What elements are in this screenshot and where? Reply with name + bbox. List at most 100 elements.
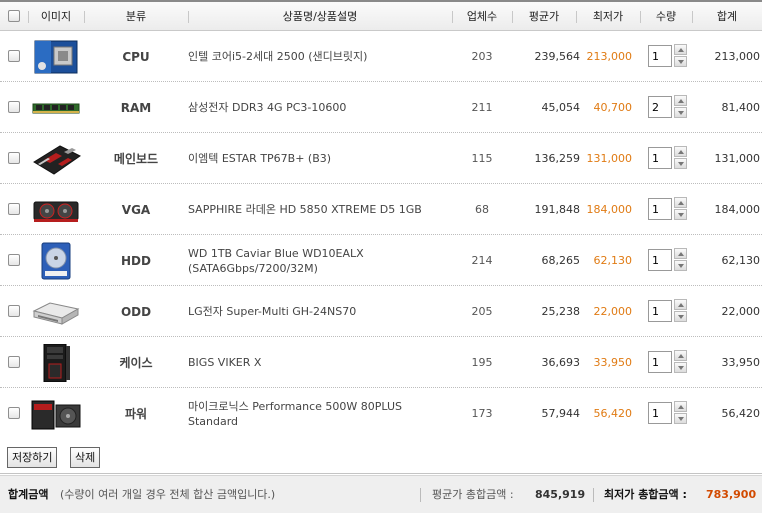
quantity-stepper[interactable]	[674, 197, 687, 221]
row-checkbox[interactable]	[8, 254, 20, 266]
row-category: ODD	[120, 304, 152, 319]
row-vendor-count: 214	[471, 254, 493, 267]
quantity-stepper[interactable]	[674, 146, 687, 170]
row-product-name[interactable]: 이엠텍 ESTAR TP67B+ (B3)	[188, 133, 450, 184]
row-total: 131,000	[714, 152, 761, 165]
optical-drive-image	[32, 302, 80, 325]
row-vendor-count: 115	[471, 152, 493, 165]
row-min-price: 40,700	[593, 101, 633, 114]
product-name-line[interactable]: WD 1TB Caviar Blue WD10EALX	[188, 246, 364, 261]
table-header: 이미지 분류 상품명/상품설명 업체수 평균가 최저가 수량 합계	[0, 0, 762, 31]
row-checkbox[interactable]	[8, 101, 20, 113]
header-product: 상품명/상품설명	[282, 10, 358, 23]
motherboard-image	[33, 145, 81, 175]
quantity-stepper[interactable]	[674, 248, 687, 272]
row-checkbox[interactable]	[8, 305, 20, 317]
save-button[interactable]: 저장하기	[7, 447, 58, 468]
quantity-up-button[interactable]	[674, 146, 687, 157]
row-vendor-count: 211	[471, 101, 493, 114]
table-row: VGA SAPPHIRE 라데온 HD 5850 XTREME D5 1GB 6…	[0, 184, 762, 235]
select-all-checkbox[interactable]	[8, 10, 20, 22]
row-category: CPU	[122, 49, 150, 64]
quantity-stepper[interactable]	[674, 299, 687, 323]
delete-button[interactable]: 삭제	[70, 447, 101, 468]
row-product-name[interactable]: 마이크로닉스 Performance 500W 80PLUS Standard	[188, 388, 450, 439]
row-product-name[interactable]: LG전자 Super-Multi GH-24NS70	[188, 286, 450, 337]
quantity-stepper[interactable]	[674, 95, 687, 119]
header-total: 합계	[716, 10, 738, 23]
header-avg-price: 평균가	[528, 10, 560, 23]
table-row: HDD WD 1TB Caviar Blue WD10EALX (SATA6Gbp…	[0, 235, 762, 286]
quantity-down-button[interactable]	[674, 209, 687, 220]
quantity-up-button[interactable]	[674, 401, 687, 412]
row-checkbox[interactable]	[8, 356, 20, 368]
row-category: 케이스	[119, 356, 153, 370]
row-total: 56,420	[721, 407, 761, 420]
product-name-line[interactable]: (SATA6Gbps/7200/32M)	[188, 261, 364, 276]
row-min-price: 213,000	[586, 50, 633, 63]
min-total-label: 최저가 총합금액 :	[604, 488, 687, 501]
row-avg-price: 68,265	[541, 254, 581, 267]
quantity-input[interactable]	[648, 249, 672, 271]
row-category: 메인보드	[113, 152, 159, 166]
row-product-name[interactable]: 인텔 코어i5-2세대 2500 (샌디브릿지)	[188, 31, 450, 82]
quantity-up-button[interactable]	[674, 197, 687, 208]
product-name-line[interactable]: 이엠텍 ESTAR TP67B+ (B3)	[188, 151, 331, 166]
hard-drive-image	[41, 242, 71, 280]
row-total: 62,130	[721, 254, 761, 267]
quantity-down-button[interactable]	[674, 362, 687, 373]
quantity-down-button[interactable]	[674, 260, 687, 271]
quantity-down-button[interactable]	[674, 158, 687, 169]
row-total: 22,000	[721, 305, 761, 318]
row-checkbox[interactable]	[8, 407, 20, 419]
row-product-name[interactable]: BIGS VIKER X	[188, 337, 450, 388]
row-category: 파워	[124, 407, 148, 421]
product-name-line[interactable]: LG전자 Super-Multi GH-24NS70	[188, 304, 356, 319]
quantity-up-button[interactable]	[674, 95, 687, 106]
quantity-up-button[interactable]	[674, 299, 687, 310]
row-total: 81,400	[721, 101, 761, 114]
row-min-price: 33,950	[593, 356, 633, 369]
product-name-line[interactable]: 삼성전자 DDR3 4G PC3-10600	[188, 100, 346, 115]
row-checkbox[interactable]	[8, 152, 20, 164]
product-name-line[interactable]: SAPPHIRE 라데온 HD 5850 XTREME D5 1GB	[188, 202, 422, 217]
row-category: RAM	[120, 100, 152, 115]
quantity-input[interactable]	[648, 351, 672, 373]
quantity-stepper[interactable]	[674, 44, 687, 68]
row-avg-price: 191,848	[534, 203, 581, 216]
quantity-input[interactable]	[648, 45, 672, 67]
quantity-input[interactable]	[648, 402, 672, 424]
product-name-line[interactable]: 마이크로닉스 Performance 500W 80PLUS	[188, 399, 402, 414]
quantity-stepper[interactable]	[674, 350, 687, 374]
quantity-down-button[interactable]	[674, 413, 687, 424]
row-checkbox[interactable]	[8, 203, 20, 215]
quantity-input[interactable]	[648, 198, 672, 220]
product-name-line[interactable]: 인텔 코어i5-2세대 2500 (샌디브릿지)	[188, 49, 367, 64]
product-name-line[interactable]: BIGS VIKER X	[188, 355, 261, 370]
quantity-input[interactable]	[648, 147, 672, 169]
row-product-name[interactable]: 삼성전자 DDR3 4G PC3-10600	[188, 82, 450, 133]
row-vendor-count: 68	[475, 203, 489, 216]
quantity-stepper[interactable]	[674, 401, 687, 425]
row-min-price: 184,000	[586, 203, 633, 216]
quantity-down-button[interactable]	[674, 311, 687, 322]
quantity-up-button[interactable]	[674, 248, 687, 259]
quantity-up-button[interactable]	[674, 350, 687, 361]
row-checkbox[interactable]	[8, 50, 20, 62]
quantity-down-button[interactable]	[674, 56, 687, 67]
quantity-up-button[interactable]	[674, 44, 687, 55]
row-product-name[interactable]: SAPPHIRE 라데온 HD 5850 XTREME D5 1GB	[188, 184, 450, 235]
quantity-input[interactable]	[648, 96, 672, 118]
product-name-line[interactable]: Standard	[188, 414, 402, 429]
row-vendor-count: 173	[471, 407, 493, 420]
quantity-down-button[interactable]	[674, 107, 687, 118]
row-product-name[interactable]: WD 1TB Caviar Blue WD10EALX (SATA6Gbps/72…	[188, 235, 450, 286]
row-vendor-count: 195	[471, 356, 493, 369]
quantity-input[interactable]	[648, 300, 672, 322]
table-row: 파워 마이크로닉스 Performance 500W 80PLUS Standar…	[0, 388, 762, 439]
row-avg-price: 45,054	[541, 101, 581, 114]
graphics-card-image	[33, 201, 79, 222]
row-total: 184,000	[714, 203, 761, 216]
row-min-price: 131,000	[586, 152, 633, 165]
row-avg-price: 25,238	[541, 305, 581, 318]
